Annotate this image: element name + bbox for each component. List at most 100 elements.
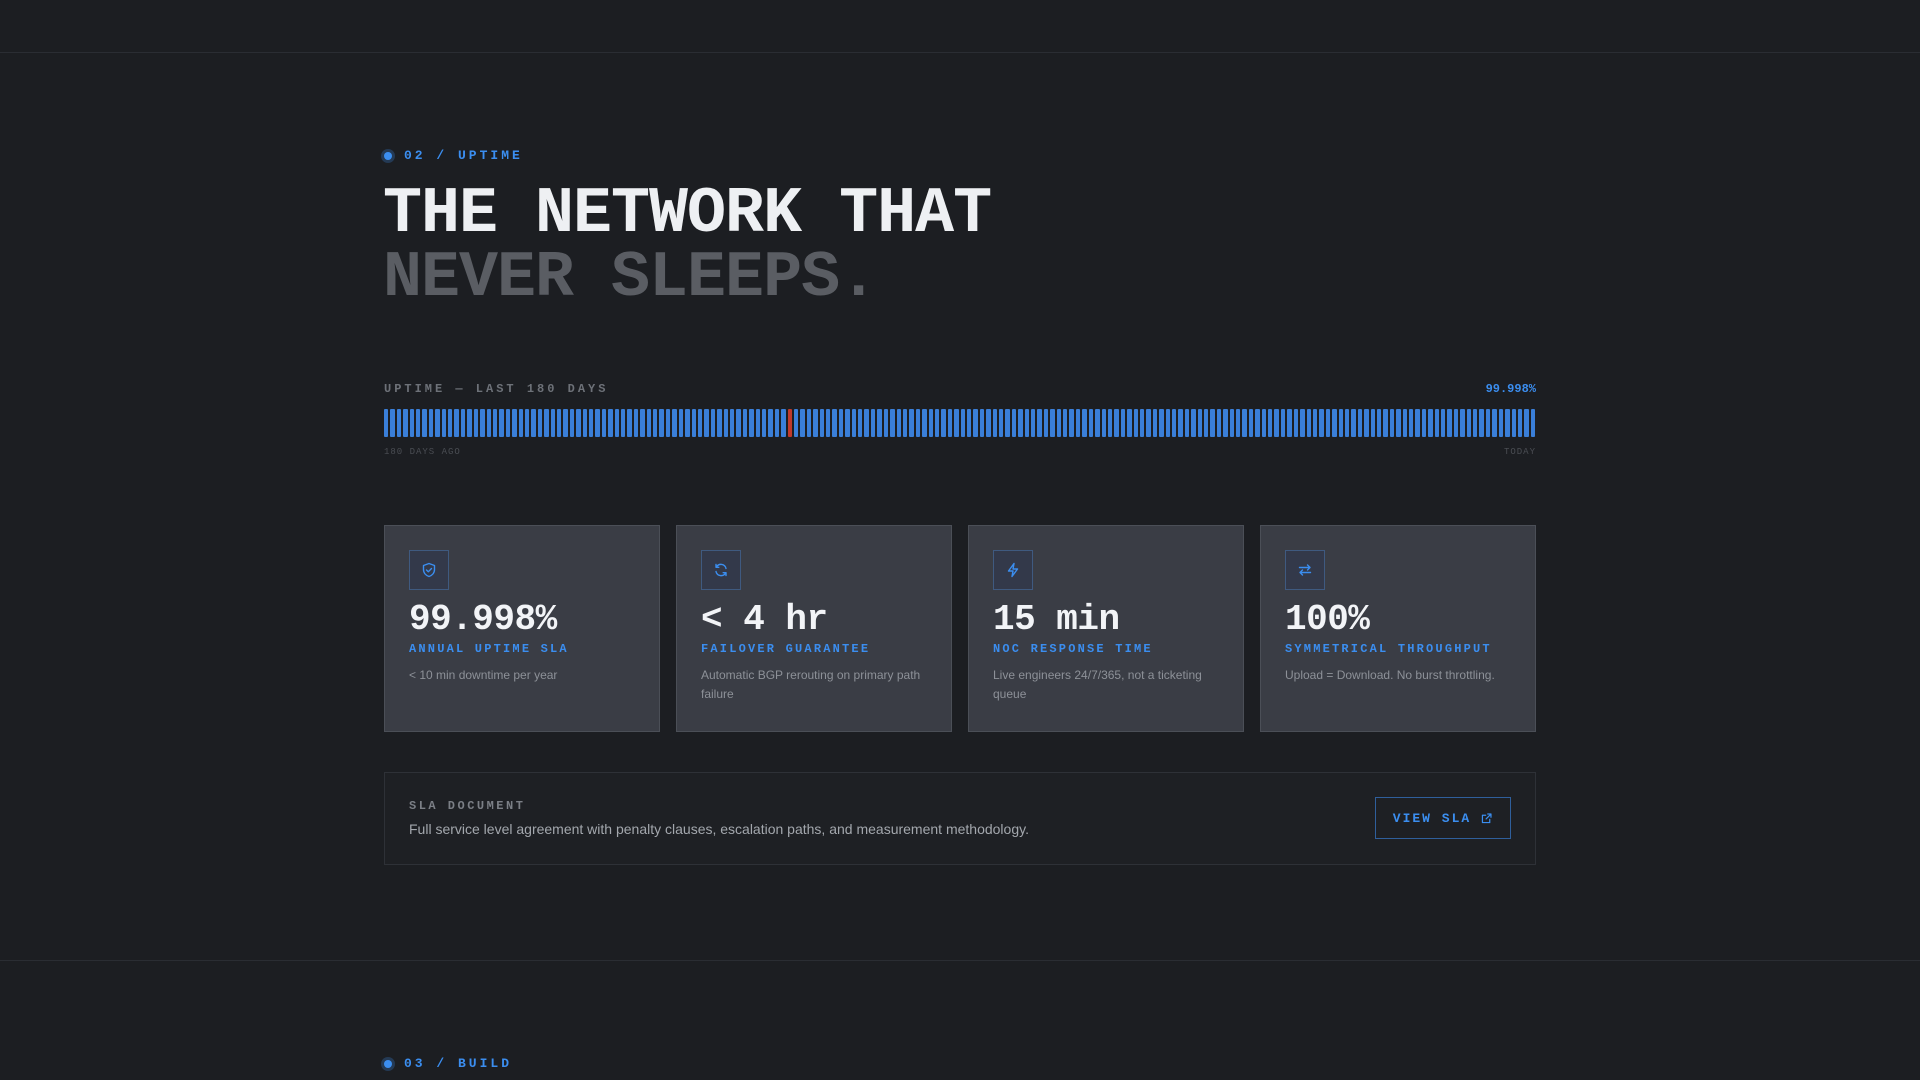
uptime-day-bar [582,409,587,437]
uptime-day-bar [672,409,677,437]
uptime-day-bar [1280,409,1286,437]
uptime-day-bar [896,409,901,437]
top-divider [0,52,1920,53]
uptime-day-bar [1428,409,1433,437]
swap-arrows-icon [1285,550,1325,590]
next-section-eyebrow-label: 03 / BUILD [404,1056,513,1071]
uptime-day-bar [390,409,395,437]
uptime-day-bar [614,409,620,437]
uptime-day-bar [441,409,447,437]
uptime-day-bar [1300,409,1305,437]
uptime-day-bar [1114,409,1119,437]
uptime-day-bar [954,409,959,437]
section-dot-icon [384,151,392,160]
next-section-eyebrow: 03 / BUILD [384,1056,512,1071]
stat-card-uptime: 99.998% ANNUAL UPTIME SLA < 10 min downt… [384,525,660,732]
uptime-day-bar [454,409,459,437]
headline-line-2: NEVER SLEEPS. [383,241,878,315]
uptime-day-bar [396,409,402,437]
uptime-day-bar [1402,409,1407,437]
stat-description: Upload = Download. No burst throttling. [1285,668,1495,682]
uptime-day-bar [550,409,555,437]
uptime-day-bar [1441,409,1446,437]
uptime-day-bar [729,409,735,437]
uptime-day-bar [1088,409,1094,437]
headline-line-1: THE NETWORK THAT [383,177,992,251]
uptime-day-bar [947,409,953,437]
stat-label: SYMMETRICAL THROUGHPUT [1285,642,1492,656]
uptime-day-bar [460,409,466,437]
uptime-day-bar [544,409,549,437]
uptime-day-bar [608,409,613,437]
uptime-day-bar [1530,409,1536,437]
uptime-day-bar [1293,409,1299,437]
uptime-day-bar [1524,409,1529,437]
uptime-day-bar [499,409,504,437]
uptime-day-bar [1242,409,1247,437]
uptime-day-bar [1517,409,1523,437]
section-eyebrow: 02 / UPTIME [384,148,523,163]
uptime-day-bar [922,409,927,437]
uptime-day-bar [518,409,523,437]
stat-card-failover: < 4 hr FAILOVER GUARANTEE Automatic BGP … [676,525,952,732]
uptime-day-bar [384,409,389,437]
uptime-day-bar [1184,409,1190,437]
uptime-day-bar [448,409,453,437]
uptime-day-bar [973,409,978,437]
uptime-day-bar [1101,409,1106,437]
uptime-day-bar [403,409,408,437]
uptime-day-bar [1306,409,1311,437]
uptime-day-bar [1248,409,1254,437]
uptime-day-bar [1383,409,1388,437]
sla-title: SLA DOCUMENT [409,799,526,813]
stat-value: < 4 hr [701,599,828,640]
uptime-day-bar [1415,409,1420,437]
uptime-day-bar [999,409,1004,437]
uptime-day-bar [832,409,837,437]
uptime-day-bar [1485,409,1491,437]
uptime-day-bar [1031,409,1036,437]
uptime-day-bar [1332,409,1337,437]
uptime-day-bar [422,409,427,437]
uptime-day-bar [1344,409,1350,437]
uptime-day-bar [1453,409,1459,437]
shield-check-icon [409,550,449,590]
uptime-day-bar [1095,409,1100,437]
uptime-day-bar [601,409,607,437]
uptime-day-bar [1107,409,1113,437]
uptime-day-bar [761,409,767,437]
uptime-day-bar [1197,409,1202,437]
uptime-day-bar [1338,409,1343,437]
uptime-day-bar [1018,409,1023,437]
uptime-day-bar [640,409,645,437]
uptime-day-bar [1421,409,1427,437]
uptime-day-bar [435,409,440,437]
uptime-day-bar [845,409,850,437]
uptime-day-bar [409,409,415,437]
page-headline: THE NETWORK THAT NEVER SLEEPS. [383,177,992,315]
uptime-day-bar [1005,409,1010,437]
uptime-day-bar [909,409,914,437]
uptime-day-bar [1498,409,1504,437]
uptime-day-bar [960,409,965,437]
uptime-day-bar [1127,409,1132,437]
stat-card-throughput: 100% SYMMETRICAL THROUGHPUT Upload = Dow… [1260,525,1536,732]
uptime-day-bar [941,409,946,437]
uptime-day-bar [480,409,485,437]
view-sla-button[interactable]: VIEW SLA [1375,797,1511,839]
uptime-day-bar [1216,409,1222,437]
uptime-day-bar [1159,409,1164,437]
uptime-day-bar [1312,409,1318,437]
uptime-day-bar [646,409,652,437]
stat-cards: 99.998% ANNUAL UPTIME SLA < 10 min downt… [384,525,1536,732]
uptime-day-bar [877,409,882,437]
uptime-day-bar [979,409,985,437]
uptime-end-label: TODAY [1503,447,1536,457]
refresh-icon [701,550,741,590]
uptime-day-bar [1325,409,1331,437]
uptime-day-bar [1460,409,1465,437]
uptime-day-bar [928,409,933,437]
uptime-day-bar [1165,409,1170,437]
uptime-day-bar [1351,409,1356,437]
uptime-day-bar [768,409,773,437]
